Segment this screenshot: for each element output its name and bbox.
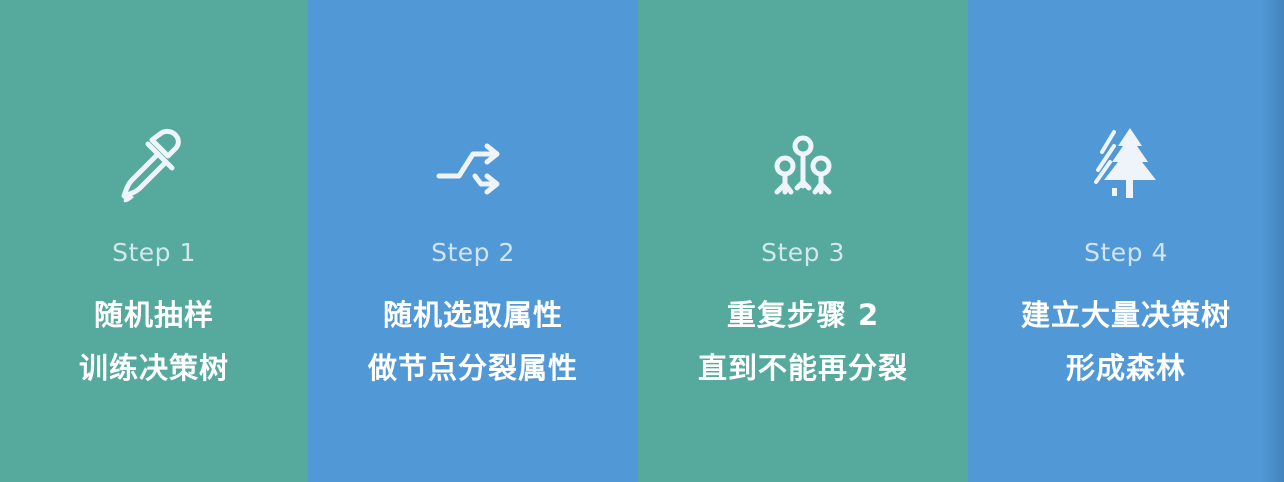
- step-description: 直到不能再分裂: [697, 351, 908, 385]
- node-split-icon: [761, 124, 845, 208]
- step-description: 做节点分裂属性: [367, 351, 578, 385]
- step-panel-2: Step 2 随机选取属性 做节点分裂属性: [308, 0, 638, 482]
- random-forest-steps: Step 1 随机抽样 训练决策树 Step 2 随机选取属性 做节点分裂属性: [0, 0, 1284, 482]
- step-title: 随机抽样: [93, 298, 214, 332]
- step-label: Step 3: [761, 238, 845, 267]
- step-label: Step 2: [431, 238, 515, 267]
- step-panel-1: Step 1 随机抽样 训练决策树: [0, 0, 308, 482]
- shuffle-arrows-icon: [431, 124, 515, 208]
- step-panel-4: Step 4 建立大量决策树 形成森林: [968, 0, 1284, 482]
- step-label: Step 4: [1084, 238, 1168, 267]
- step-title: 重复步骤 2: [726, 298, 880, 332]
- step-title: 随机选取属性: [382, 298, 563, 332]
- step-label: Step 1: [112, 238, 196, 267]
- step-description: 形成森林: [1065, 351, 1186, 385]
- pipette-icon: [112, 124, 196, 208]
- pine-tree-icon: [1084, 124, 1168, 208]
- step-panel-3: Step 3 重复步骤 2 直到不能再分裂: [638, 0, 968, 482]
- edge-shadow: [1262, 0, 1284, 482]
- step-description: 训练决策树: [78, 351, 229, 385]
- step-title: 建立大量决策树: [1020, 298, 1231, 332]
